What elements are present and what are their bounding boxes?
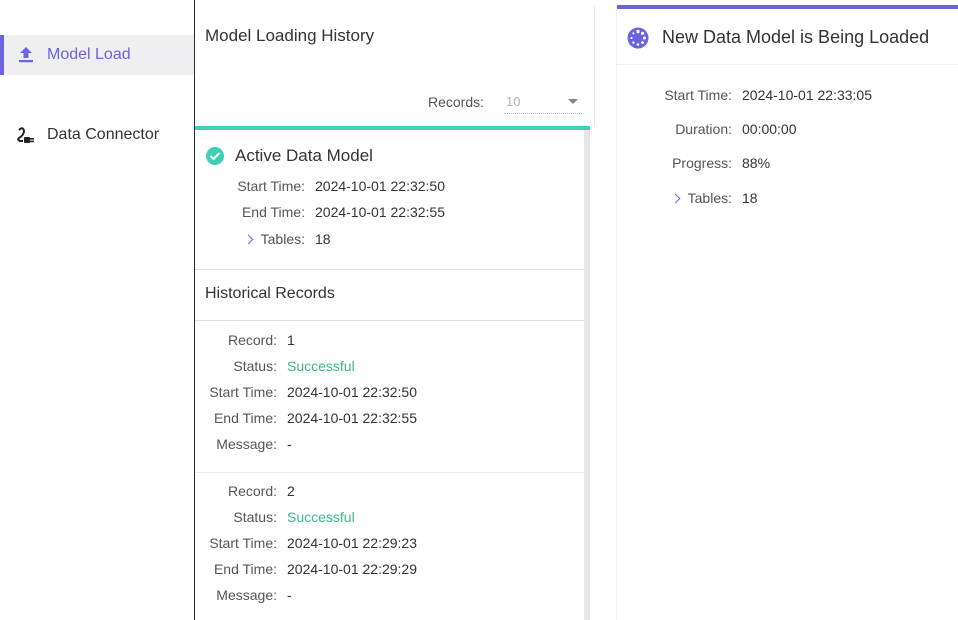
message-row: Message: - <box>195 587 292 603</box>
history-scroll-area[interactable]: Active Data Model Start Time: 2024-10-01… <box>195 126 590 620</box>
progress-label: Progress: <box>672 155 732 171</box>
duration-label: Duration: <box>675 121 732 137</box>
history-panel: Model Loading History Records: 10 Active… <box>195 6 595 620</box>
tables-label: Tables: <box>687 190 732 206</box>
start-time-value: 2024-10-01 22:29:23 <box>287 535 417 551</box>
record-row: Record: 2 <box>195 483 295 499</box>
tables-value: 18 <box>742 190 758 206</box>
start-time-value: 2024-10-01 22:32:50 <box>315 178 445 194</box>
list-item: Record: 2 Status: Successful Start Time:… <box>195 473 584 620</box>
message-row: Message: - <box>195 436 292 452</box>
records-label: Records: <box>427 94 484 110</box>
record-row: Record: 1 <box>195 332 295 348</box>
caret-down-icon <box>568 99 578 104</box>
end-time-label: End Time: <box>213 410 277 426</box>
status-row: Status: Successful <box>195 358 355 374</box>
active-end-time: End Time: 2024-10-01 22:32:55 <box>195 204 445 220</box>
end-time-value: 2024-10-01 22:29:29 <box>287 561 417 577</box>
upload-icon <box>16 45 36 65</box>
historical-records-header: Historical Records <box>195 270 584 321</box>
records-select[interactable]: 10 <box>504 90 582 114</box>
message-label: Message: <box>216 587 277 603</box>
chevron-right-icon <box>243 234 254 245</box>
scrollbar[interactable] <box>584 130 590 620</box>
loading-duration: Duration: 00:00:00 <box>617 121 797 137</box>
record-label: Record: <box>227 483 277 499</box>
start-time-label: Start Time: <box>209 384 277 400</box>
sidebar-item-label: Model Load <box>47 46 131 63</box>
end-time-value: 2024-10-01 22:32:55 <box>287 410 417 426</box>
status-badge: Successful <box>287 509 355 525</box>
loading-panel: New Data Model is Being Loaded Start Tim… <box>616 5 958 620</box>
active-start-time: Start Time: 2024-10-01 22:32:50 <box>195 178 445 194</box>
chevron-right-icon <box>670 193 681 204</box>
plug-icon <box>16 125 36 145</box>
duration-value: 00:00:00 <box>742 121 797 137</box>
active-model-card: Active Data Model Start Time: 2024-10-01… <box>195 130 584 270</box>
active-tables-toggle[interactable]: Tables: 18 <box>195 231 331 247</box>
status-badge: Successful <box>287 358 355 374</box>
records-value: 10 <box>506 94 521 109</box>
loading-title: New Data Model is Being Loaded <box>662 27 930 47</box>
start-time-label: Start Time: <box>237 178 305 194</box>
status-label: Status: <box>233 509 277 525</box>
status-label: Status: <box>233 358 277 374</box>
tables-label-wrap: Tables: <box>195 231 305 247</box>
message-value: - <box>287 436 292 452</box>
status-row: Status: Successful <box>195 509 355 525</box>
start-time-row: Start Time: 2024-10-01 22:29:23 <box>195 535 417 551</box>
list-item: Record: 1 Status: Successful Start Time:… <box>195 322 584 473</box>
end-time-row: End Time: 2024-10-01 22:29:29 <box>195 561 417 577</box>
start-time-value: 2024-10-01 22:33:05 <box>742 87 872 103</box>
message-label: Message: <box>216 436 277 452</box>
end-time-label: End Time: <box>241 204 305 220</box>
end-time-value: 2024-10-01 22:32:55 <box>315 204 445 220</box>
sidebar: Model Load Data Connector <box>0 0 195 620</box>
loading-spinner-icon <box>627 27 649 49</box>
loading-header: New Data Model is Being Loaded <box>617 9 958 65</box>
loading-start-time: Start Time: 2024-10-01 22:33:05 <box>617 87 872 103</box>
historical-records-title: Historical Records <box>205 285 335 302</box>
tables-label: Tables: <box>260 231 305 247</box>
progress-value: 88% <box>742 155 771 171</box>
message-value: - <box>287 587 292 603</box>
start-time-label: Start Time: <box>209 535 277 551</box>
history-header: Model Loading History Records: 10 <box>195 6 595 126</box>
loading-tables-toggle[interactable]: Tables: 18 <box>617 190 758 206</box>
end-time-label: End Time: <box>213 561 277 577</box>
tables-label-wrap: Tables: <box>617 190 732 206</box>
record-value: 1 <box>287 332 295 348</box>
start-time-label: Start Time: <box>664 87 732 103</box>
record-value: 2 <box>287 483 295 499</box>
page-title: Model Loading History <box>205 26 375 45</box>
sidebar-item-model-load[interactable]: Model Load <box>0 35 194 75</box>
active-model-title: Active Data Model <box>235 146 373 165</box>
end-time-row: End Time: 2024-10-01 22:32:55 <box>195 410 417 426</box>
records-control: Records: 10 <box>428 90 582 114</box>
loading-progress: Progress: 88% <box>617 155 770 171</box>
sidebar-item-data-connector[interactable]: Data Connector <box>0 115 194 155</box>
record-label: Record: <box>227 332 277 348</box>
start-time-value: 2024-10-01 22:32:50 <box>287 384 417 400</box>
start-time-row: Start Time: 2024-10-01 22:32:50 <box>195 384 417 400</box>
sidebar-item-label: Data Connector <box>47 126 160 143</box>
check-circle-icon <box>206 147 224 165</box>
tables-value: 18 <box>315 231 331 247</box>
